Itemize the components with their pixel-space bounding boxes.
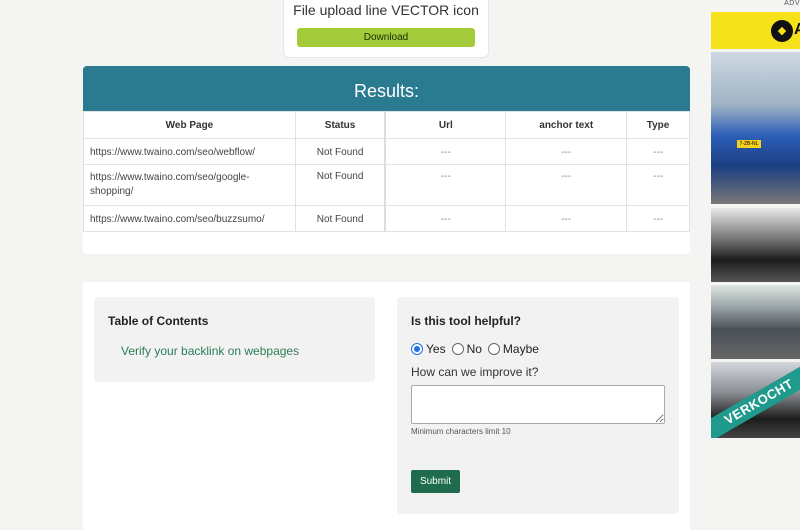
toc-link-verify-backlink[interactable]: Verify your backlink on webpages [121, 344, 361, 358]
cell-anchor-text: --- [505, 164, 628, 206]
radio-no[interactable]: No [451, 342, 482, 356]
cell-web-page: https://www.twaino.com/seo/google-shoppi… [83, 164, 296, 206]
ad-label: ADV [784, 0, 800, 7]
lower-panel: Table of Contents Verify your backlink o… [83, 282, 690, 530]
cell-url: --- [384, 205, 507, 232]
min-chars-hint: Minimum characters limit 10 [411, 427, 511, 436]
license-plate: 7-ZB-NL [737, 140, 761, 148]
cell-anchor-text: --- [505, 205, 628, 232]
table-header-row: Web Page Status Url anchor text Type [83, 111, 690, 139]
results-panel: Results: Web Page Status Url anchor text… [83, 66, 690, 254]
ad-brand-bar[interactable]: ◆ A [711, 12, 800, 49]
results-title: Results: [83, 66, 690, 111]
radio-yes-label: Yes [426, 342, 446, 356]
cell-status: Not Found [294, 205, 386, 232]
cell-anchor-text: --- [505, 138, 628, 165]
car-photo-sold[interactable]: VERKOCHT [711, 362, 800, 438]
feedback-box: Is this tool helpful? Yes No Maybe How c… [397, 297, 679, 514]
improve-textarea[interactable] [411, 385, 665, 424]
cell-type: --- [626, 205, 690, 232]
radio-maybe[interactable]: Maybe [487, 342, 539, 356]
top-ad-card[interactable]: File upload line VECTOR icon Download [283, 0, 489, 58]
radio-yes[interactable]: Yes [411, 342, 446, 356]
table-of-contents: Table of Contents Verify your backlink o… [94, 297, 375, 382]
improve-label: How can we improve it? [411, 365, 539, 379]
radio-yes-checked-icon[interactable] [411, 343, 423, 355]
results-table: Web Page Status Url anchor text Type htt… [83, 111, 690, 232]
col-web-page: Web Page [83, 111, 296, 139]
cell-status: Not Found [294, 138, 386, 165]
car-icon: ◆ [771, 20, 793, 42]
submit-button[interactable]: Submit [411, 470, 460, 493]
cell-url: --- [384, 164, 507, 206]
ad-brand-letter: A [794, 21, 800, 38]
radio-maybe-icon[interactable] [487, 343, 500, 355]
sold-banner: VERKOCHT [711, 363, 800, 438]
table-row: https://www.twaino.com/seo/webflow/ Not … [83, 138, 690, 165]
radio-no-icon[interactable] [451, 343, 464, 355]
radio-maybe-label: Maybe [502, 342, 539, 356]
col-type: Type [626, 111, 690, 139]
helpful-radio-group: Yes No Maybe [411, 342, 665, 356]
cell-type: --- [626, 138, 690, 165]
cell-type: --- [626, 164, 690, 206]
cell-status: Not Found [294, 164, 386, 206]
cell-url: --- [384, 138, 507, 165]
feedback-question: Is this tool helpful? [411, 314, 521, 328]
col-status: Status [294, 111, 386, 139]
page: File upload line VECTOR icon Download Re… [0, 0, 800, 530]
cell-web-page: https://www.twaino.com/seo/webflow/ [83, 138, 296, 165]
car-photo-blue[interactable]: 7-ZB-NL [711, 52, 800, 204]
col-url: Url [384, 111, 507, 139]
col-anchor-text: anchor text [505, 111, 628, 139]
table-row: https://www.twaino.com/seo/buzzsumo/ Not… [83, 205, 690, 232]
radio-no-label: No [466, 342, 482, 356]
car-photo-black[interactable] [711, 208, 800, 282]
download-button[interactable]: Download [297, 28, 475, 47]
side-ad[interactable]: ADV ◆ A 7-ZB-NL VERKOCHT [710, 0, 800, 440]
cell-web-page: https://www.twaino.com/seo/buzzsumo/ [83, 205, 296, 232]
ad-title: File upload line VECTOR icon [293, 2, 479, 18]
car-photo-grey[interactable] [711, 285, 800, 359]
table-row: https://www.twaino.com/seo/google-shoppi… [83, 164, 690, 206]
toc-title: Table of Contents [108, 314, 209, 328]
